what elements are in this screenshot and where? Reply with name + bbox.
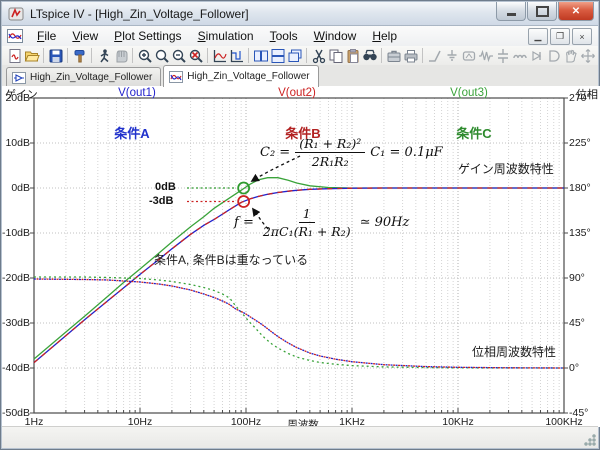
child-close-button[interactable]: × bbox=[572, 28, 592, 45]
plot-settings-icon[interactable] bbox=[228, 47, 245, 64]
waveform-window-icon bbox=[7, 29, 23, 43]
ground-icon bbox=[443, 47, 460, 64]
toolbar-separator bbox=[43, 48, 44, 63]
diode-icon bbox=[528, 47, 545, 64]
net-label-icon bbox=[460, 47, 477, 64]
y-right-tick: 135° bbox=[569, 227, 591, 239]
zoom-out-icon[interactable] bbox=[170, 47, 187, 64]
y-left-tick: -40dB bbox=[2, 362, 30, 374]
print-icon[interactable] bbox=[402, 47, 419, 64]
inductor-icon bbox=[511, 47, 528, 64]
overlap-note: 条件A, 条件Bは重なっている bbox=[154, 251, 308, 268]
drag-icon bbox=[579, 47, 596, 64]
child-minimize-button[interactable]: ▁ bbox=[528, 28, 548, 45]
y-left-tick: 0dB bbox=[2, 182, 30, 194]
tile-vertical-icon[interactable] bbox=[252, 47, 269, 64]
capacitor-icon bbox=[494, 47, 511, 64]
copy-icon[interactable] bbox=[327, 47, 344, 64]
trace-V(out3)-gain bbox=[34, 178, 564, 359]
maximize-button[interactable] bbox=[527, 2, 557, 21]
waveform-pane[interactable]: ゲイン 位相 V(out1) V(out2) V(out3) 条件A 条件B 条… bbox=[2, 86, 600, 427]
equation-cutoff-frequency: f = 12πC₁(R₁ + R₂) ≃ 90Hz bbox=[234, 206, 409, 239]
find-icon[interactable] bbox=[361, 47, 378, 64]
zoom-full-icon[interactable] bbox=[187, 47, 204, 64]
menu-help[interactable]: Help bbox=[364, 27, 405, 45]
tab-bar: High_Zin_Voltage_FollowerHigh_Zin_Voltag… bbox=[2, 65, 598, 87]
component-icon bbox=[545, 47, 562, 64]
close-button[interactable]: ✕ bbox=[558, 2, 594, 21]
tab-1[interactable]: High_Zin_Voltage_Follower bbox=[6, 67, 161, 87]
run-icon[interactable] bbox=[95, 47, 112, 64]
toolbar-separator bbox=[422, 48, 423, 63]
trace-label-vout2[interactable]: V(out2) bbox=[261, 87, 333, 99]
menu-file[interactable]: File bbox=[29, 27, 64, 45]
y-right-tick: 270° bbox=[569, 92, 591, 104]
toolbar-separator bbox=[381, 48, 382, 63]
paste-icon bbox=[344, 47, 361, 64]
menu-simulation[interactable]: Simulation bbox=[190, 27, 262, 45]
menu-plot-settings[interactable]: Plot Settings bbox=[106, 27, 189, 45]
menu-bar: FileViewPlot SettingsSimulationToolsWind… bbox=[2, 26, 598, 47]
trace-label-vout3[interactable]: V(out3) bbox=[433, 87, 505, 99]
title-bar: LTspice IV - [High_Zin_Voltage_Follower]… bbox=[2, 2, 598, 26]
briefcase-icon[interactable] bbox=[385, 47, 402, 64]
halt-icon bbox=[112, 47, 129, 64]
minus-3db-marker-label: -3dB bbox=[149, 195, 173, 207]
autorange-icon[interactable] bbox=[211, 47, 228, 64]
cut-icon[interactable] bbox=[310, 47, 327, 64]
tab-2-active[interactable]: High_Zin_Voltage_Follower bbox=[163, 65, 318, 87]
toolbar-separator bbox=[248, 48, 249, 63]
zoom-region-icon[interactable] bbox=[153, 47, 170, 64]
child-restore-button[interactable]: ❐ bbox=[550, 28, 570, 45]
toolbar-separator bbox=[91, 48, 92, 63]
menu-window[interactable]: Window bbox=[306, 27, 365, 45]
menu-tools[interactable]: Tools bbox=[262, 27, 306, 45]
phase-curve-annotation: 位相周波数特性 bbox=[472, 343, 556, 360]
y-right-tick: 90° bbox=[569, 272, 585, 284]
y-right-tick: 0° bbox=[569, 362, 579, 374]
gain-curve-annotation: ゲイン周波数特性 bbox=[458, 160, 554, 177]
condition-c-label: 条件C bbox=[449, 123, 499, 142]
cascade-icon[interactable] bbox=[286, 47, 303, 64]
toolbar-separator bbox=[67, 48, 68, 63]
menu-view[interactable]: View bbox=[64, 27, 106, 45]
new-schematic-icon[interactable] bbox=[6, 47, 23, 64]
menu-items: FileViewPlot SettingsSimulationToolsWind… bbox=[29, 27, 405, 45]
app-window: LTspice IV - [High_Zin_Voltage_Follower]… bbox=[0, 0, 600, 450]
toolbar-separator bbox=[132, 48, 133, 63]
hammer-icon[interactable] bbox=[71, 47, 88, 64]
toolbar bbox=[2, 46, 598, 66]
toolbar-separator bbox=[306, 48, 307, 63]
equation-c2: C₂ = (R₁ + R₂)²2R₁R₂ C₁ = 0.1μF bbox=[260, 136, 443, 169]
window-title: LTspice IV - [High_Zin_Voltage_Follower] bbox=[30, 7, 249, 21]
y-left-tick: -20dB bbox=[2, 272, 30, 284]
tile-horizontal-icon[interactable] bbox=[269, 47, 286, 64]
y-right-tick: 225° bbox=[569, 137, 591, 149]
y-left-tick: 20dB bbox=[2, 92, 30, 104]
toolbar-separator bbox=[207, 48, 208, 63]
y-left-tick: 10dB bbox=[2, 137, 30, 149]
zoom-in-icon[interactable] bbox=[136, 47, 153, 64]
trace-label-vout1[interactable]: V(out1) bbox=[101, 87, 173, 99]
wire-icon bbox=[426, 47, 443, 64]
status-bar bbox=[2, 426, 598, 448]
save-icon[interactable] bbox=[47, 47, 64, 64]
move-hand-icon bbox=[562, 47, 579, 64]
y-right-tick: 45° bbox=[569, 317, 585, 329]
mdi-child-controls: ▁ ❐ × bbox=[528, 28, 592, 45]
open-icon[interactable] bbox=[23, 47, 40, 64]
minimize-button[interactable] bbox=[496, 2, 526, 21]
y-left-tick: -10dB bbox=[2, 227, 30, 239]
zero-db-marker-label: 0dB bbox=[155, 181, 176, 193]
y-right-tick: 180° bbox=[569, 182, 591, 194]
resistor-icon bbox=[477, 47, 494, 64]
resize-grip[interactable] bbox=[583, 433, 596, 446]
condition-a-label: 条件A bbox=[107, 123, 157, 142]
y-left-tick: -30dB bbox=[2, 317, 30, 329]
app-icon bbox=[8, 6, 24, 22]
